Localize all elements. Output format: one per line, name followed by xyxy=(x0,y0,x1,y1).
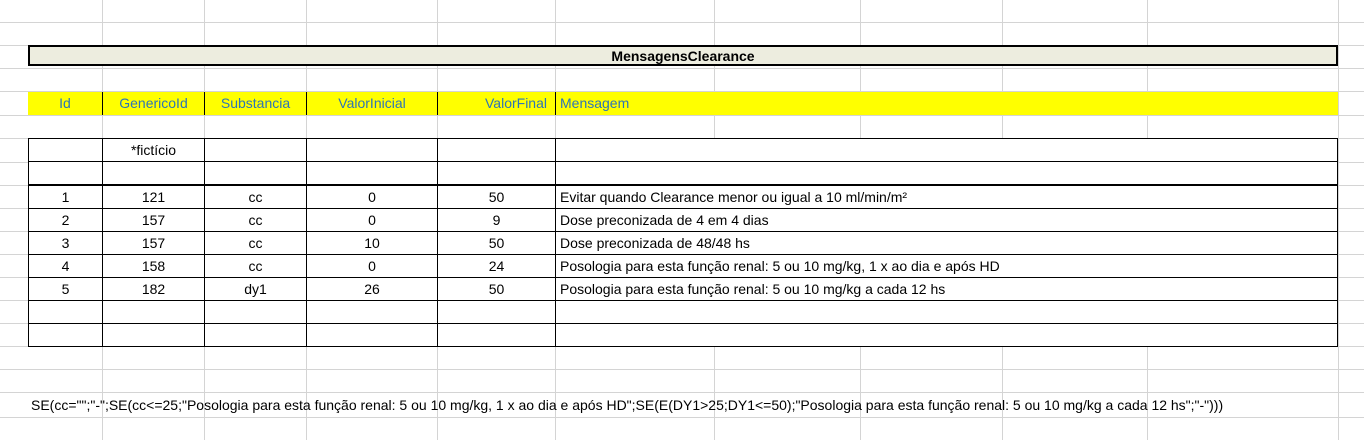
table-cell[interactable] xyxy=(306,161,438,185)
mensagem-cell[interactable]: Dose preconizada de 4 em 4 dias xyxy=(555,208,1338,232)
mensagem-cell[interactable]: Dose preconizada de 48/48 hs xyxy=(555,231,1338,255)
generico-id-cell[interactable]: 157 xyxy=(102,231,205,255)
table-cell[interactable] xyxy=(437,138,556,162)
substancia-cell[interactable]: dy1 xyxy=(204,277,307,301)
gridline xyxy=(0,369,1364,370)
table-cell[interactable] xyxy=(306,300,438,324)
valor-final-cell[interactable]: 50 xyxy=(437,185,556,209)
header-id[interactable]: Id xyxy=(28,92,103,115)
id-cell[interactable]: 5 xyxy=(28,277,103,301)
mensagem-cell[interactable]: Evitar quando Clearance menor ou igual a… xyxy=(555,185,1338,209)
gridline xyxy=(1338,0,1339,440)
table-cell[interactable] xyxy=(28,323,103,347)
table-cell[interactable] xyxy=(555,300,1338,324)
mensagem-cell[interactable]: Posologia para esta função renal: 5 ou 1… xyxy=(555,277,1338,301)
table-cell[interactable] xyxy=(306,323,438,347)
id-cell[interactable]: 1 xyxy=(28,185,103,209)
table-cell[interactable] xyxy=(437,323,556,347)
table-cell[interactable] xyxy=(437,300,556,324)
header-valor-inicial[interactable]: ValorInicial xyxy=(307,92,438,115)
valor-final-cell[interactable]: 50 xyxy=(437,277,556,301)
table-cell[interactable] xyxy=(102,323,205,347)
gridline xyxy=(0,392,1364,393)
valor-inicial-cell[interactable]: 10 xyxy=(306,231,438,255)
substancia-cell[interactable]: cc xyxy=(204,254,307,278)
mensagem-cell[interactable]: Posologia para esta função renal: 5 ou 1… xyxy=(555,254,1338,278)
valor-final-cell[interactable]: 9 xyxy=(437,208,556,232)
header-row: Id GenericoId Substancia ValorInicial Va… xyxy=(28,92,1338,115)
note-cell[interactable]: *fictício xyxy=(102,138,205,162)
table-cell[interactable] xyxy=(28,161,103,185)
substancia-cell[interactable]: cc xyxy=(204,231,307,255)
generico-id-cell[interactable]: 182 xyxy=(102,277,205,301)
valor-inicial-cell[interactable]: 0 xyxy=(306,185,438,209)
substancia-cell[interactable]: cc xyxy=(204,185,307,209)
generico-id-cell[interactable]: 157 xyxy=(102,208,205,232)
table-cell[interactable] xyxy=(555,323,1338,347)
valor-inicial-cell[interactable]: 0 xyxy=(306,208,438,232)
generico-id-cell[interactable]: 121 xyxy=(102,185,205,209)
gridline xyxy=(0,115,1364,116)
valor-final-cell[interactable]: 24 xyxy=(437,254,556,278)
table-cell[interactable] xyxy=(204,300,307,324)
header-mensagem[interactable]: Mensagem xyxy=(556,92,1338,115)
valor-final-cell[interactable]: 50 xyxy=(437,231,556,255)
table-cell[interactable] xyxy=(102,161,205,185)
table-cell[interactable] xyxy=(102,300,205,324)
id-cell[interactable]: 3 xyxy=(28,231,103,255)
valor-inicial-cell[interactable]: 26 xyxy=(306,277,438,301)
id-cell[interactable]: 2 xyxy=(28,208,103,232)
header-substancia[interactable]: Substancia xyxy=(205,92,307,115)
table-cell[interactable] xyxy=(204,138,307,162)
gridline xyxy=(0,22,1364,23)
table-cell[interactable] xyxy=(437,161,556,185)
table-cell[interactable] xyxy=(306,138,438,162)
gridline xyxy=(0,417,1364,418)
substancia-cell[interactable]: cc xyxy=(204,208,307,232)
header-generico-id[interactable]: GenericoId xyxy=(103,92,205,115)
generico-id-cell[interactable]: 158 xyxy=(102,254,205,278)
table-cell[interactable] xyxy=(555,161,1338,185)
table-cell[interactable] xyxy=(204,161,307,185)
table-cell[interactable] xyxy=(555,138,1338,162)
table-cell[interactable] xyxy=(204,323,307,347)
formula-text[interactable]: SE(cc="";"-";SE(cc<=25;"Posologia para e… xyxy=(31,394,1223,416)
gridline xyxy=(0,68,1364,69)
valor-inicial-cell[interactable]: 0 xyxy=(306,254,438,278)
id-cell[interactable]: 4 xyxy=(28,254,103,278)
table-cell[interactable] xyxy=(28,300,103,324)
table-cell[interactable] xyxy=(28,138,103,162)
header-valor-final[interactable]: ValorFinal xyxy=(438,92,556,115)
table-title[interactable]: MensagensClearance xyxy=(28,45,1338,66)
